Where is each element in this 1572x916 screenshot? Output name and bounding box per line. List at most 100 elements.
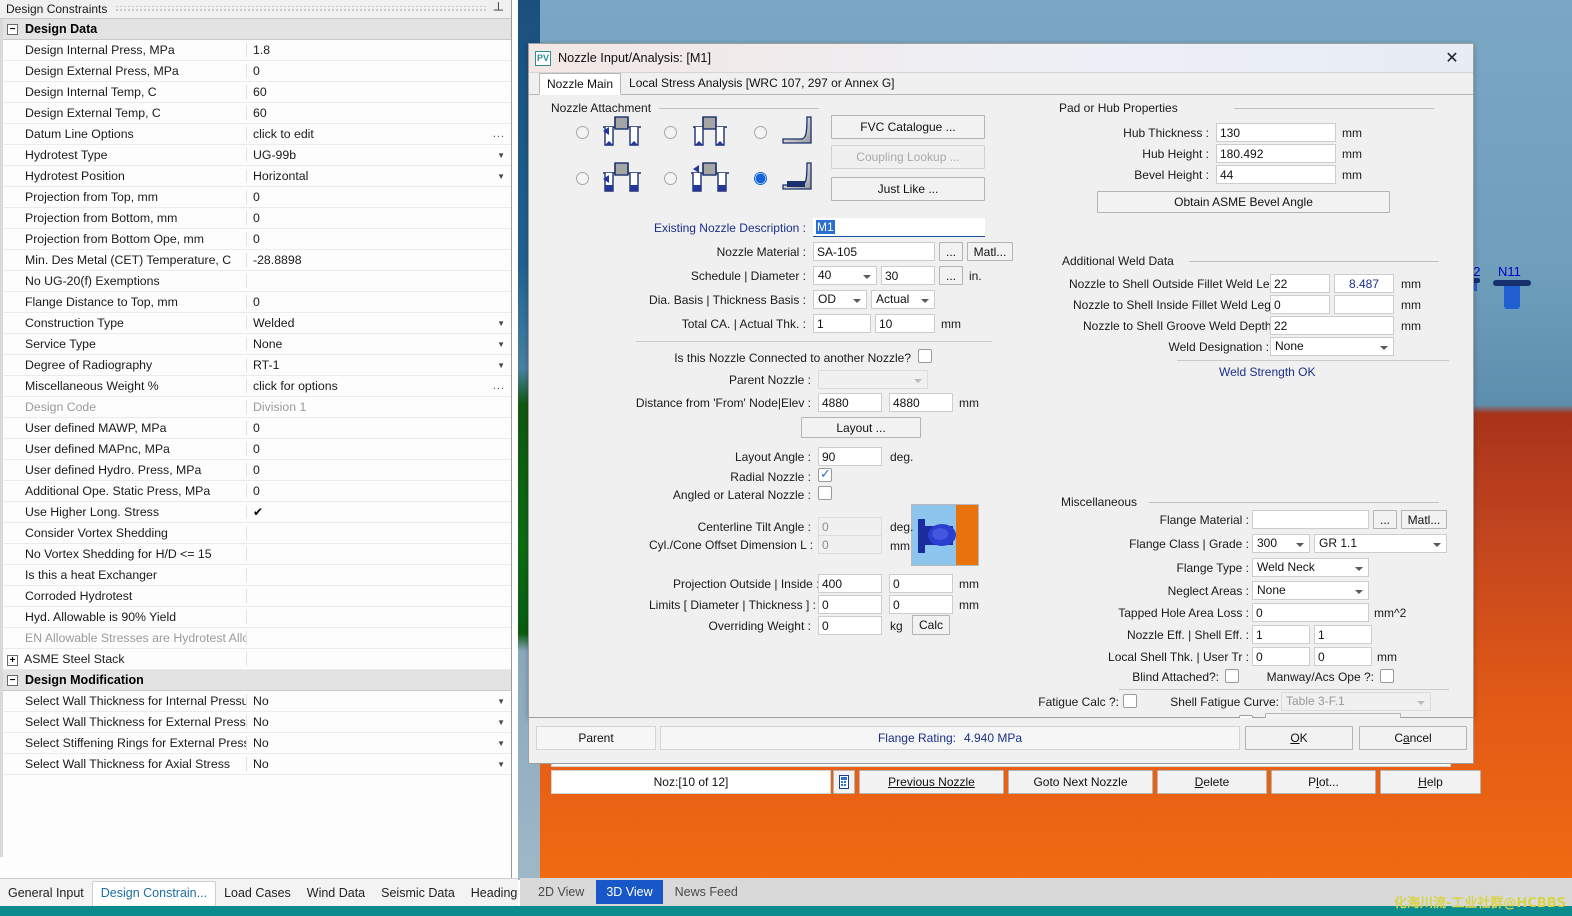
chevron-down-icon[interactable]: ▼ [497, 718, 511, 727]
radio-attachment-5[interactable] [664, 172, 677, 185]
property-value[interactable]: 0 [247, 421, 511, 435]
property-value[interactable]: 0 [247, 295, 511, 309]
property-row[interactable]: Select Wall Thickness for Axial Stress No… [3, 754, 511, 775]
diameter-input[interactable]: 30 [881, 266, 935, 285]
radio-attachment-3[interactable] [754, 126, 767, 139]
total-ca-input[interactable]: 1 [813, 314, 871, 333]
overriding-weight-input[interactable]: 0 [818, 616, 882, 635]
property-value[interactable]: No ▼ [247, 736, 511, 750]
property-value[interactable]: 0 [247, 484, 511, 498]
obtain-asme-bevel-angle-button[interactable]: Obtain ASME Bevel Angle [1097, 191, 1390, 213]
property-row[interactable]: Select Stiffening Rings for External Pre… [3, 733, 511, 754]
property-row[interactable]: User defined Hydro. Press, MPa 0 [3, 460, 511, 481]
nozzle-material-browse-button[interactable]: ... [939, 242, 963, 261]
property-value[interactable]: Division 1 [247, 400, 511, 414]
dialog-tabstrip[interactable]: Nozzle Main Local Stress Analysis [WRC 1… [529, 73, 1473, 95]
property-row[interactable]: Service Type None ▼ [3, 334, 511, 355]
property-row[interactable]: User defined MAWP, MPa 0 [3, 418, 511, 439]
neglect-areas-select[interactable]: None [1252, 581, 1369, 600]
group-collapse-icon[interactable]: − [7, 23, 18, 35]
property-row[interactable]: Use Higher Long. Stress ✔ [3, 502, 511, 523]
property-value[interactable]: Welded ▼ [247, 316, 511, 330]
property-row[interactable]: Is this a heat Exchanger [3, 565, 511, 586]
set-through-nozzle-icon[interactable] [689, 161, 731, 198]
layout-button[interactable]: Layout ... [801, 417, 921, 438]
radio-attachment-6-selected[interactable] [754, 172, 767, 185]
actual-thickness-input[interactable]: 10 [875, 314, 935, 333]
flange-grade-select[interactable]: GR 1.1 [1314, 534, 1447, 553]
fatigue-calc-checkbox[interactable] [1123, 694, 1137, 708]
property-row[interactable]: Projection from Bottom, mm 0 [3, 208, 511, 229]
thickness-basis-select[interactable]: Actual [871, 290, 935, 309]
input-tab-seismic-data[interactable]: Seismic Data [373, 882, 463, 906]
projection-inside-input[interactable]: 0 [889, 574, 953, 593]
sub-group-expand-icon[interactable]: + [7, 655, 18, 666]
property-value[interactable]: 0 [247, 190, 511, 204]
radio-attachment-2[interactable] [664, 126, 677, 139]
flange-class-select[interactable]: 300 [1252, 534, 1310, 553]
property-row[interactable]: EN Allowable Stresses are Hydrotest Allo [3, 628, 511, 649]
property-row[interactable]: User defined MAPnc, MPa 0 [3, 439, 511, 460]
dia-basis-select[interactable]: OD [813, 290, 867, 309]
property-value[interactable]: 60 [247, 85, 511, 99]
cancel-button[interactable]: Cancel [1359, 726, 1467, 750]
property-value[interactable]: RT-1 ▼ [247, 358, 511, 372]
chevron-down-icon[interactable]: ▼ [497, 340, 511, 349]
close-icon[interactable]: ✕ [1437, 45, 1467, 71]
outside-fillet-weld-leg-input[interactable]: 22 [1270, 274, 1330, 293]
existing-nozzle-description-input[interactable]: M1 [813, 218, 985, 237]
hub-thickness-input[interactable]: 130 [1216, 123, 1336, 142]
layout-angle-input[interactable]: 90 [818, 447, 882, 466]
nozzle-material-input[interactable]: SA-105 [813, 242, 935, 261]
property-row[interactable]: Degree of Radiography RT-1 ▼ [3, 355, 511, 376]
flange-material-browse-button[interactable]: ... [1373, 510, 1397, 529]
property-value[interactable]: ✔ [247, 505, 511, 519]
property-value[interactable]: 60 [247, 106, 511, 120]
distance-from-node-input[interactable]: 4880 [818, 393, 882, 412]
input-tab-wind-data[interactable]: Wind Data [299, 882, 373, 906]
plot-button[interactable]: Plot... [1271, 770, 1376, 794]
property-row[interactable]: Additional Ope. Static Press, MPa 0 [3, 481, 511, 502]
property-row[interactable]: + ASME Steel Stack [3, 649, 511, 670]
radio-attachment-1[interactable] [576, 126, 589, 139]
angled-lateral-nozzle-checkbox[interactable] [818, 486, 832, 500]
set-in-inside-projection-nozzle-icon[interactable] [601, 161, 643, 198]
property-row[interactable]: Flange Distance to Top, mm 0 [3, 292, 511, 313]
property-value[interactable]: click to edit... [247, 127, 511, 141]
property-row[interactable]: Hydrotest Position Horizontal ▼ [3, 166, 511, 187]
calc-button[interactable]: Calc [912, 615, 950, 635]
property-row[interactable]: Hydrotest Type UG-99b ▼ [3, 145, 511, 166]
property-row[interactable]: Construction Type Welded ▼ [3, 313, 511, 334]
property-row[interactable]: Design Code Division 1 [3, 397, 511, 418]
property-row[interactable]: Select Wall Thickness for Internal Press… [3, 691, 511, 712]
diameter-browse-button[interactable]: ... [939, 266, 963, 285]
chevron-down-icon[interactable]: ▼ [497, 151, 511, 160]
input-tabs-bar[interactable]: General Input Design Constrain... Load Cas… [0, 878, 518, 906]
property-value[interactable]: -28.8898 [247, 253, 511, 267]
tapped-hole-area-loss-input[interactable]: 0 [1252, 603, 1369, 622]
property-value[interactable]: No ▼ [247, 715, 511, 729]
limits-thickness-input[interactable]: 0 [889, 595, 953, 614]
property-row[interactable]: Hyd. Allowable is 90% Yield [3, 607, 511, 628]
flange-material-input[interactable] [1252, 510, 1369, 529]
groove-weld-depth-input[interactable]: 22 [1270, 316, 1394, 335]
view-tab-2d-view[interactable]: 2D View [528, 880, 594, 904]
property-value[interactable]: 0 [247, 211, 511, 225]
view-tab-3d-view[interactable]: 3D View [596, 880, 663, 904]
hub-nozzle-with-bevel-icon[interactable] [779, 161, 817, 198]
tab-nozzle-main[interactable]: Nozzle Main [539, 73, 622, 95]
weld-designation-select[interactable]: None [1270, 337, 1394, 356]
property-value[interactable]: 0 [247, 463, 511, 477]
manway-acs-ope-checkbox[interactable] [1380, 669, 1394, 683]
nozzle-eff-input[interactable]: 1 [1252, 625, 1310, 644]
previous-nozzle-button[interactable]: Previous Nozzle [859, 770, 1004, 794]
ellipsis-icon[interactable]: ... [493, 128, 511, 140]
pin-icon[interactable]: ┴ [494, 2, 507, 17]
input-tab-heading[interactable]: Heading [463, 882, 526, 906]
flange-material-matl-button[interactable]: Matl... [1401, 510, 1447, 529]
local-shell-thickness-input[interactable]: 0 [1252, 647, 1310, 666]
ok-button[interactable]: OK [1245, 726, 1353, 750]
dialog-titlebar[interactable]: PV Nozzle Input/Analysis: [M1] ✕ [529, 44, 1473, 73]
property-value[interactable]: Horizontal ▼ [247, 169, 511, 183]
set-in-pad-nozzle-icon[interactable] [601, 115, 643, 152]
